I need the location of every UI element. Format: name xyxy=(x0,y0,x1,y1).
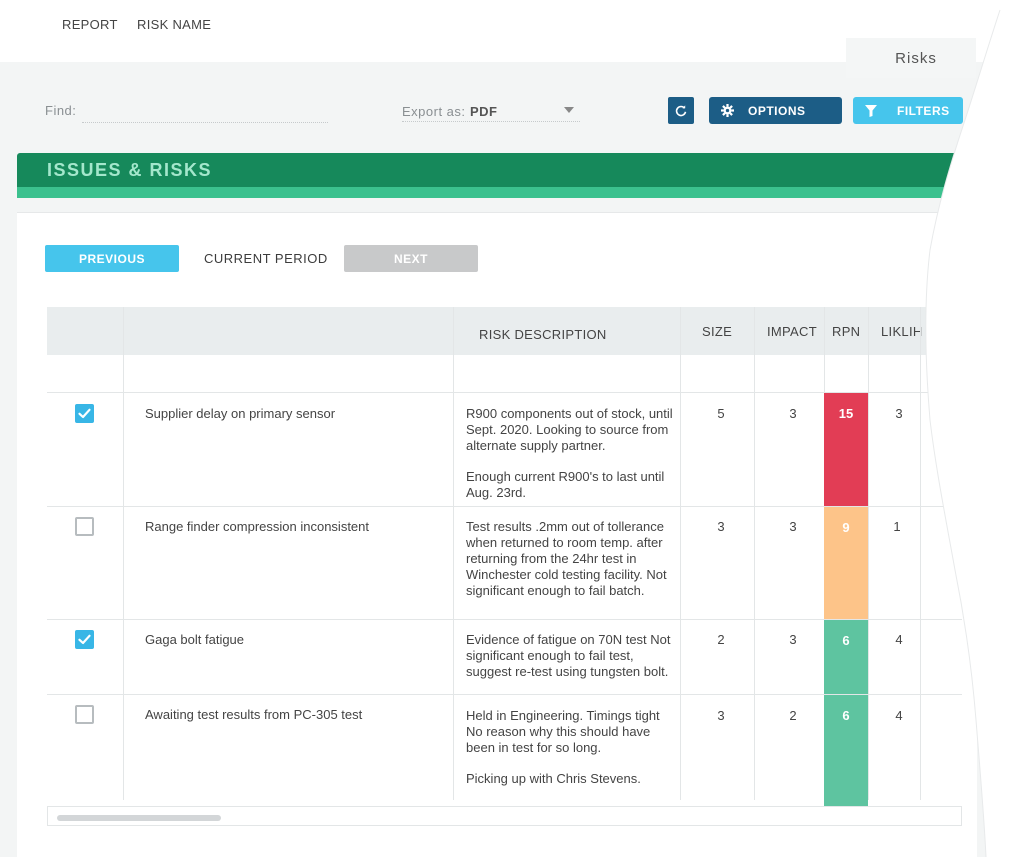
rpn-value: 15 xyxy=(838,406,854,421)
risk-description-paragraph: Picking up with Chris Stevens. xyxy=(466,771,641,786)
impact-value: 3 xyxy=(789,632,797,647)
checkmark-icon xyxy=(78,408,91,419)
report-checkbox[interactable] xyxy=(75,517,94,536)
column-divider xyxy=(453,307,454,800)
report-checkbox[interactable] xyxy=(75,705,94,724)
column-header-likelihood[interactable]: LIKLIH xyxy=(881,307,923,355)
risk-description: Held in Engineering. Timings tight No re… xyxy=(466,708,676,787)
risk-description-paragraph: R900 components out of stock, until Sept… xyxy=(466,406,673,453)
next-label: NEXT xyxy=(393,251,428,266)
checkmark-icon xyxy=(78,634,91,645)
chevron-down-icon xyxy=(564,107,574,113)
previous-button[interactable]: PREVIOUS xyxy=(45,245,179,272)
section-title: ISSUES & RISKS xyxy=(47,160,213,180)
rpn-value: 6 xyxy=(842,708,850,723)
risk-description-paragraph: Held in Engineering. Timings tight No re… xyxy=(466,708,660,755)
risk-description-paragraph: Test results .2mm out of tollerance when… xyxy=(466,519,667,598)
find-input[interactable] xyxy=(82,100,328,123)
filters-button[interactable]: FILTERS xyxy=(853,97,963,124)
column-divider xyxy=(868,307,869,800)
scrollbar-thumb[interactable] xyxy=(57,815,221,821)
likelihood-value: 1 xyxy=(893,519,901,534)
column-divider xyxy=(920,307,921,800)
risk-description: R900 components out of stock, until Sept… xyxy=(466,406,676,501)
rpn-value: 6 xyxy=(842,633,850,648)
likelihood-value: 4 xyxy=(895,708,903,723)
likelihood-value: 3 xyxy=(895,406,903,421)
filter-icon xyxy=(865,104,877,117)
risk-name: Supplier delay on primary sensor xyxy=(145,406,336,421)
risk-description: Evidence of fatigue on 70N test Not sign… xyxy=(466,632,678,680)
report-checkbox[interactable] xyxy=(75,630,94,649)
likelihood-value: 4 xyxy=(895,632,903,647)
section-header: ISSUES & RISKS xyxy=(17,153,967,198)
risk-name: Awaiting test results from PC-305 test xyxy=(145,707,363,722)
column-divider xyxy=(680,307,681,800)
column-header-risk-description[interactable]: RISK DESCRIPTION xyxy=(479,310,607,358)
risk-description: Test results .2mm out of tollerance when… xyxy=(466,519,678,599)
section-stripe xyxy=(17,187,967,198)
column-header-risk-name[interactable]: RISK NAME xyxy=(137,0,211,48)
column-header-report[interactable]: REPORT xyxy=(62,0,118,48)
report-checkbox[interactable] xyxy=(75,404,94,423)
export-label: Export as: xyxy=(402,104,466,119)
impact-value: 3 xyxy=(789,406,797,421)
options-button[interactable]: OPTIONS xyxy=(709,97,842,124)
size-value: 5 xyxy=(717,406,725,421)
export-value: PDF xyxy=(469,104,498,119)
refresh-icon xyxy=(675,104,687,116)
size-value: 3 xyxy=(717,519,725,534)
options-label: OPTIONS xyxy=(748,103,806,118)
refresh-button[interactable] xyxy=(668,97,694,124)
next-button[interactable]: NEXT xyxy=(344,245,478,272)
find-label: Find: xyxy=(45,103,77,118)
rpn-badge: 6 xyxy=(824,620,868,694)
tab-risks-label: Risks xyxy=(895,49,937,67)
risk-name: Range finder compression inconsistent xyxy=(145,519,370,534)
gear-icon xyxy=(721,104,734,117)
column-divider xyxy=(754,307,755,800)
rpn-badge: 6 xyxy=(824,695,868,806)
impact-value: 3 xyxy=(789,519,797,534)
column-header-impact[interactable]: IMPACT xyxy=(767,307,817,355)
previous-label: PREVIOUS xyxy=(78,251,145,266)
risk-name: Gaga bolt fatigue xyxy=(145,632,245,647)
current-period-label[interactable]: CURRENT PERIOD xyxy=(204,251,328,266)
risk-description-paragraph: Evidence of fatigue on 70N test Not sign… xyxy=(466,632,671,679)
risk-description-paragraph: Enough current R900's to last until Aug.… xyxy=(466,469,665,500)
export-select[interactable]: Export as: PDF xyxy=(402,103,580,122)
tab-risks[interactable]: Risks xyxy=(846,38,976,78)
column-header-rpn[interactable]: RPN xyxy=(832,307,860,355)
column-header-size[interactable]: SIZE xyxy=(702,307,732,355)
impact-value: 2 xyxy=(789,708,797,723)
rpn-value: 9 xyxy=(842,520,850,535)
rpn-badge: 9 xyxy=(824,507,868,619)
rpn-badge: 15 xyxy=(824,393,868,506)
filters-label: FILTERS xyxy=(897,103,950,118)
size-value: 2 xyxy=(717,632,725,647)
column-divider xyxy=(123,307,124,800)
size-value: 3 xyxy=(717,708,725,723)
